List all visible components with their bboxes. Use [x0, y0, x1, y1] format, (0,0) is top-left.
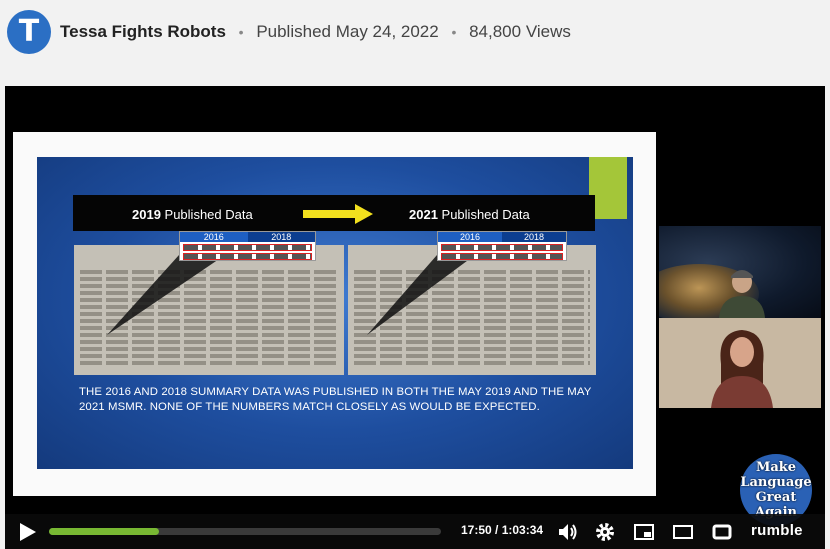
video-player[interactable]: 2019 Published Data 2021 Published Data	[5, 86, 825, 549]
callout-2021: 2016 2018	[437, 231, 567, 261]
presentation-slide: 2019 Published Data 2021 Published Data	[37, 157, 633, 469]
progress-bar[interactable]	[49, 528, 441, 535]
play-icon[interactable]	[17, 522, 37, 542]
progress-fill	[49, 528, 159, 535]
webcam-guest	[659, 318, 821, 408]
pip-icon[interactable]	[633, 521, 655, 543]
video-header: T Tessa Fights Robots • Published May 24…	[0, 0, 830, 86]
separator-dot: •	[238, 24, 244, 40]
theater-icon[interactable]	[672, 521, 694, 543]
time-display: 17:50 / 1:03:34	[461, 523, 544, 537]
rumble-logo[interactable]: rumble	[751, 522, 803, 539]
arrow-right-icon	[303, 204, 373, 224]
channel-avatar[interactable]: T	[7, 10, 51, 54]
slide-title-right: 2021 Published Data	[409, 207, 530, 222]
person-avatar-icon	[719, 270, 765, 318]
video-meta: Tessa Fights Robots • Published May 24, …	[60, 22, 571, 42]
slide-title-left: 2019 Published Data	[132, 207, 253, 222]
volume-icon[interactable]	[557, 521, 579, 543]
fullscreen-icon[interactable]	[711, 521, 733, 543]
publish-date: Published May 24, 2022	[256, 22, 439, 41]
callout-beam-left	[107, 255, 225, 335]
year-label: 2018	[502, 232, 566, 242]
callout-beam-right	[367, 255, 475, 335]
settings-icon[interactable]	[594, 521, 616, 543]
player-controls: 17:50 / 1:03:34 rumble	[5, 514, 825, 549]
channel-name[interactable]: Tessa Fights Robots	[60, 22, 226, 41]
view-count: 84,800 Views	[469, 22, 571, 41]
slide-caption: THE 2016 AND 2018 SUMMARY DATA WAS PUBLI…	[79, 386, 592, 413]
separator-dot: •	[451, 24, 457, 40]
callout-2019: 2016 2018	[179, 231, 316, 261]
year-label: 2016	[459, 232, 481, 242]
person-avatar-icon	[711, 330, 773, 408]
year-label: 2018	[247, 232, 315, 242]
slide-frame: 2019 Published Data 2021 Published Data	[13, 132, 656, 496]
year-label: 2016	[203, 232, 224, 242]
webcam-host	[659, 226, 821, 318]
